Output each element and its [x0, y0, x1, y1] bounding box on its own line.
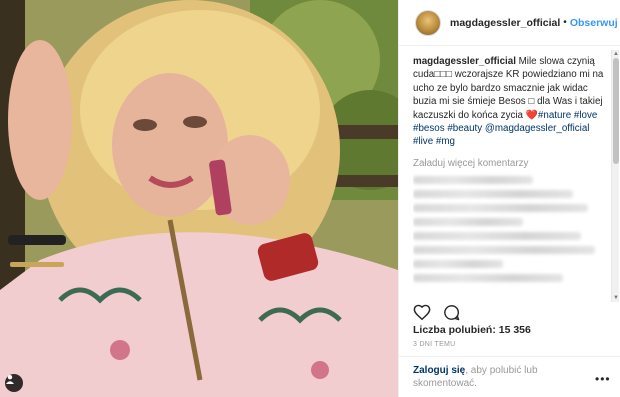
header-separator: •: [563, 17, 567, 28]
blurred-comment: [413, 232, 581, 241]
login-link[interactable]: Zaloguj się: [413, 365, 465, 376]
follow-button[interactable]: Obserwuj: [570, 17, 618, 29]
post-header: magdagessler_official • Obserwuj: [399, 0, 620, 46]
post-photo[interactable]: [0, 0, 398, 397]
comment-icon[interactable]: [443, 304, 460, 321]
comments-list: magdagessler_official Mile slowa czynią …: [413, 55, 609, 300]
photo-illustration: [0, 0, 398, 397]
comments-scrollbar[interactable]: ▲ ▼: [611, 50, 619, 302]
post-side-panel: magdagessler_official • Obserwuj magdage…: [398, 0, 620, 397]
action-bar: [413, 302, 460, 322]
more-options-icon[interactable]: •••: [595, 372, 611, 386]
scroll-up-arrow[interactable]: ▲: [613, 51, 619, 57]
blurred-comment: [413, 190, 573, 199]
heart-icon[interactable]: [413, 304, 431, 320]
blurred-comment: [413, 260, 503, 269]
blurred-comment: [413, 246, 595, 255]
blurred-comment: [413, 218, 523, 227]
likes-count[interactable]: Liczba polubień: 15 356: [413, 324, 531, 336]
blurred-comments: [413, 176, 609, 283]
blurred-comment: [413, 204, 588, 213]
scrollbar-thumb[interactable]: [613, 58, 619, 164]
header-username[interactable]: magdagessler_official: [450, 17, 560, 29]
login-prompt: Zaloguj się, aby polubić lub skomentować…: [413, 364, 583, 390]
user-tag-icon: [6, 375, 14, 384]
load-more-comments[interactable]: Załaduj więcej komentarzy: [413, 157, 609, 170]
scroll-down-arrow[interactable]: ▼: [613, 295, 619, 301]
avatar[interactable]: [415, 9, 441, 36]
caption: magdagessler_official Mile slowa czynią …: [413, 55, 609, 149]
user-tag-button[interactable]: [5, 374, 23, 392]
post-time[interactable]: 3 DNI TEMU: [413, 341, 456, 348]
divider: [399, 356, 620, 357]
caption-username[interactable]: magdagessler_official: [413, 56, 516, 67]
blurred-comment: [413, 274, 563, 283]
blurred-comment: [413, 176, 533, 185]
